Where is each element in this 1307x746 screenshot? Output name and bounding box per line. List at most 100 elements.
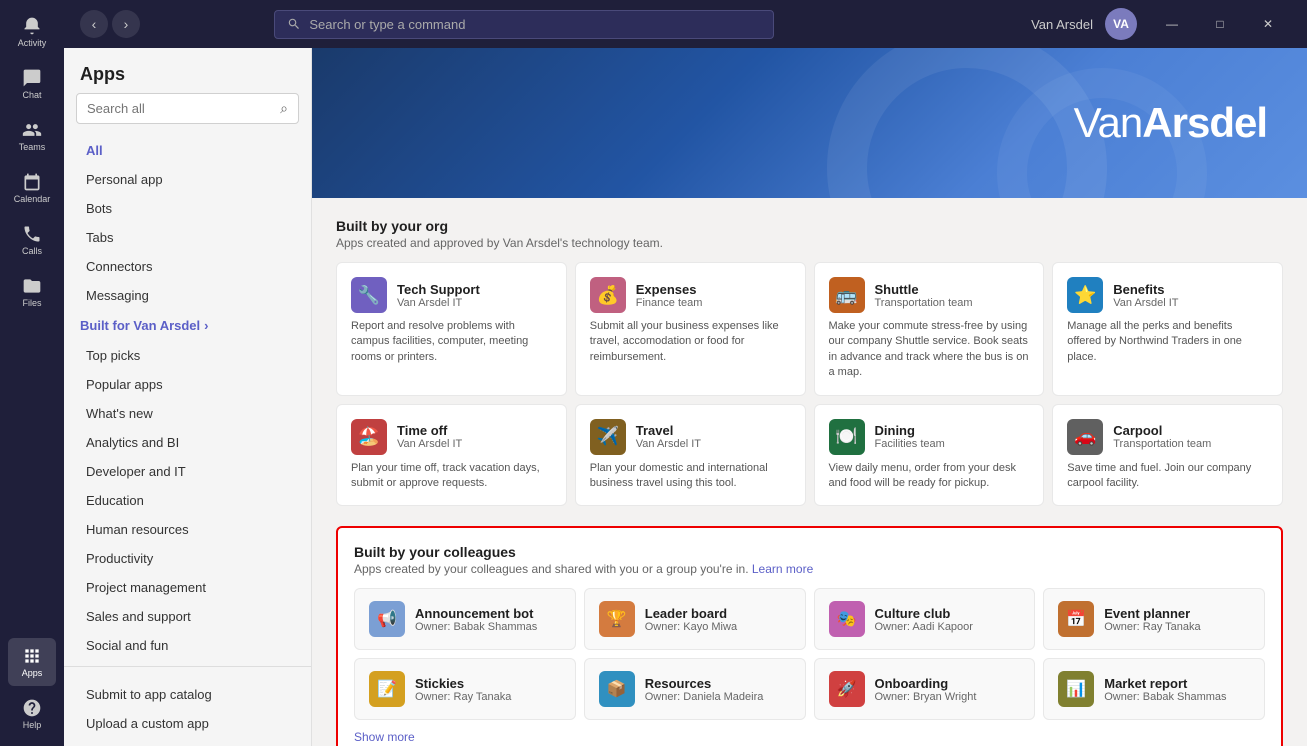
search-icon (287, 17, 301, 31)
content-inner: Built by your org Apps created and appro… (312, 198, 1307, 746)
sidebar-upload-custom[interactable]: Upload a custom app (70, 709, 305, 738)
sidebar-built-for[interactable]: Built for Van Arsdel › (64, 310, 311, 341)
sidebar-search[interactable]: ⌕ (76, 93, 299, 124)
sidebar-item-popular-apps[interactable]: Popular apps (70, 370, 305, 399)
nav-help-label: Help (23, 720, 42, 730)
benefits-icon: ⭐ (1067, 277, 1103, 313)
carpool-name: Carpool (1113, 423, 1211, 438)
nav-item-activity[interactable]: Activity (8, 8, 56, 56)
sidebar-item-education[interactable]: Education (70, 486, 305, 515)
nav-item-teams[interactable]: Teams (8, 112, 56, 160)
leader-board-icon: 🏆 (599, 601, 635, 637)
nav-item-apps[interactable]: Apps (8, 638, 56, 686)
sidebar-item-whats-new[interactable]: What's new (70, 399, 305, 428)
topbar-navigation: ‹ › (80, 10, 140, 38)
left-navigation: Activity Chat Teams Calendar Calls Files… (0, 0, 64, 746)
sidebar-item-developer-it[interactable]: Developer and IT (70, 457, 305, 486)
sidebar-item-personal-app[interactable]: Personal app (70, 165, 305, 194)
sidebar-item-all[interactable]: All (70, 136, 305, 165)
market-report-name: Market report (1104, 676, 1226, 691)
calendar-icon (22, 172, 42, 192)
shuttle-icon: 🚌 (829, 277, 865, 313)
app-card-carpool[interactable]: 🚗 Carpool Transportation team Save time … (1052, 404, 1283, 507)
expenses-desc: Submit all your business expenses like t… (590, 319, 791, 365)
sidebar-item-tabs[interactable]: Tabs (70, 223, 305, 252)
colleague-card-leader-board[interactable]: 🏆 Leader board Owner: Kayo Miwa (584, 588, 806, 650)
app-card-tech-support[interactable]: 🔧 Tech Support Van Arsdel IT Report and … (336, 262, 567, 396)
event-planner-name: Event planner (1104, 606, 1200, 621)
sidebar-item-human-resources[interactable]: Human resources (70, 515, 305, 544)
bell-icon (22, 16, 42, 36)
sidebar-item-project-management[interactable]: Project management (70, 573, 305, 602)
back-button[interactable]: ‹ (80, 10, 108, 38)
announcement-bot-owner: Owner: Babak Shammas (415, 621, 537, 633)
forward-button[interactable]: › (112, 10, 140, 38)
colleague-card-announcement-bot[interactable]: 📢 Announcement bot Owner: Babak Shammas (354, 588, 576, 650)
culture-club-name: Culture club (875, 606, 973, 621)
app-card-travel[interactable]: ✈️ Travel Van Arsdel IT Plan your domest… (575, 404, 806, 507)
nav-activity-label: Activity (18, 38, 47, 48)
app-card-expenses[interactable]: 💰 Expenses Finance team Submit all your … (575, 262, 806, 396)
search-bar[interactable] (274, 10, 774, 39)
show-more-link[interactable]: Show more (354, 730, 415, 744)
sidebar-item-productivity[interactable]: Productivity (70, 544, 305, 573)
nav-item-calls[interactable]: Calls (8, 216, 56, 264)
close-button[interactable]: ✕ (1245, 8, 1291, 40)
tech-support-desc: Report and resolve problems with campus … (351, 319, 552, 365)
avatar[interactable]: VA (1105, 8, 1137, 40)
banner: VanArsdel (312, 48, 1307, 198)
nav-item-help[interactable]: Help (8, 690, 56, 738)
built-by-colleagues-subtitle: Apps created by your colleagues and shar… (354, 562, 1265, 576)
nav-chat-label: Chat (22, 90, 41, 100)
sidebar-search-input[interactable] (87, 101, 274, 116)
maximize-button[interactable]: □ (1197, 8, 1243, 40)
built-by-colleagues-section: Built by your colleagues Apps created by… (336, 526, 1283, 746)
chat-icon (22, 68, 42, 88)
app-card-benefits[interactable]: ⭐ Benefits Van Arsdel IT Manage all the … (1052, 262, 1283, 396)
search-input[interactable] (309, 17, 761, 32)
market-report-icon: 📊 (1058, 671, 1094, 707)
colleague-card-culture-club[interactable]: 🎭 Culture club Owner: Aadi Kapoor (814, 588, 1036, 650)
nav-item-calendar[interactable]: Calendar (8, 164, 56, 212)
app-card-time-off[interactable]: 🏖️ Time off Van Arsdel IT Plan your time… (336, 404, 567, 507)
colleague-card-event-planner[interactable]: 📅 Event planner Owner: Ray Tanaka (1043, 588, 1265, 650)
sidebar-item-connectors[interactable]: Connectors (70, 252, 305, 281)
event-planner-owner: Owner: Ray Tanaka (1104, 621, 1200, 633)
help-icon (22, 698, 42, 718)
sidebar-item-bots[interactable]: Bots (70, 194, 305, 223)
user-name: Van Arsdel (1031, 17, 1093, 32)
onboarding-name: Onboarding (875, 676, 977, 691)
sidebar-item-top-picks[interactable]: Top picks (70, 341, 305, 370)
topbar-right: Van Arsdel VA — □ ✕ (1031, 8, 1291, 40)
shuttle-desc: Make your commute stress-free by using o… (829, 319, 1030, 381)
dining-desc: View daily menu, order from your desk an… (829, 461, 1030, 492)
learn-more-link[interactable]: Learn more (752, 562, 813, 576)
minimize-button[interactable]: — (1149, 8, 1195, 40)
time-off-icon: 🏖️ (351, 419, 387, 455)
app-card-shuttle[interactable]: 🚌 Shuttle Transportation team Make your … (814, 262, 1045, 396)
nav-item-files[interactable]: Files (8, 268, 56, 316)
sidebar-item-social-fun[interactable]: Social and fun (70, 631, 305, 660)
tech-support-icon: 🔧 (351, 277, 387, 313)
topbar: ‹ › Van Arsdel VA — □ ✕ (64, 0, 1307, 48)
sidebar-bottom: Submit to app catalog Upload a custom ap… (64, 680, 311, 746)
time-off-desc: Plan your time off, track vacation days,… (351, 461, 552, 492)
sidebar-submit-catalog[interactable]: Submit to app catalog (70, 680, 305, 709)
window-controls: — □ ✕ (1149, 8, 1291, 40)
stickies-owner: Owner: Ray Tanaka (415, 691, 511, 703)
app-card-dining[interactable]: 🍽️ Dining Facilities team View daily men… (814, 404, 1045, 507)
tech-support-team: Van Arsdel IT (397, 297, 480, 309)
nav-item-chat[interactable]: Chat (8, 60, 56, 108)
benefits-desc: Manage all the perks and benefits offere… (1067, 319, 1268, 365)
expenses-icon: 💰 (590, 277, 626, 313)
colleague-card-resources[interactable]: 📦 Resources Owner: Daniela Madeira (584, 658, 806, 720)
colleague-card-market-report[interactable]: 📊 Market report Owner: Babak Shammas (1043, 658, 1265, 720)
sidebar-item-messaging[interactable]: Messaging (70, 281, 305, 310)
expenses-name: Expenses (636, 282, 703, 297)
colleague-card-stickies[interactable]: 📝 Stickies Owner: Ray Tanaka (354, 658, 576, 720)
content-area: VanArsdel Built by your org Apps created… (312, 48, 1307, 746)
sidebar-item-analytics-bi[interactable]: Analytics and BI (70, 428, 305, 457)
built-by-org-subtitle: Apps created and approved by Van Arsdel'… (336, 236, 1283, 250)
sidebar-item-sales-support[interactable]: Sales and support (70, 602, 305, 631)
colleague-card-onboarding[interactable]: 🚀 Onboarding Owner: Bryan Wright (814, 658, 1036, 720)
